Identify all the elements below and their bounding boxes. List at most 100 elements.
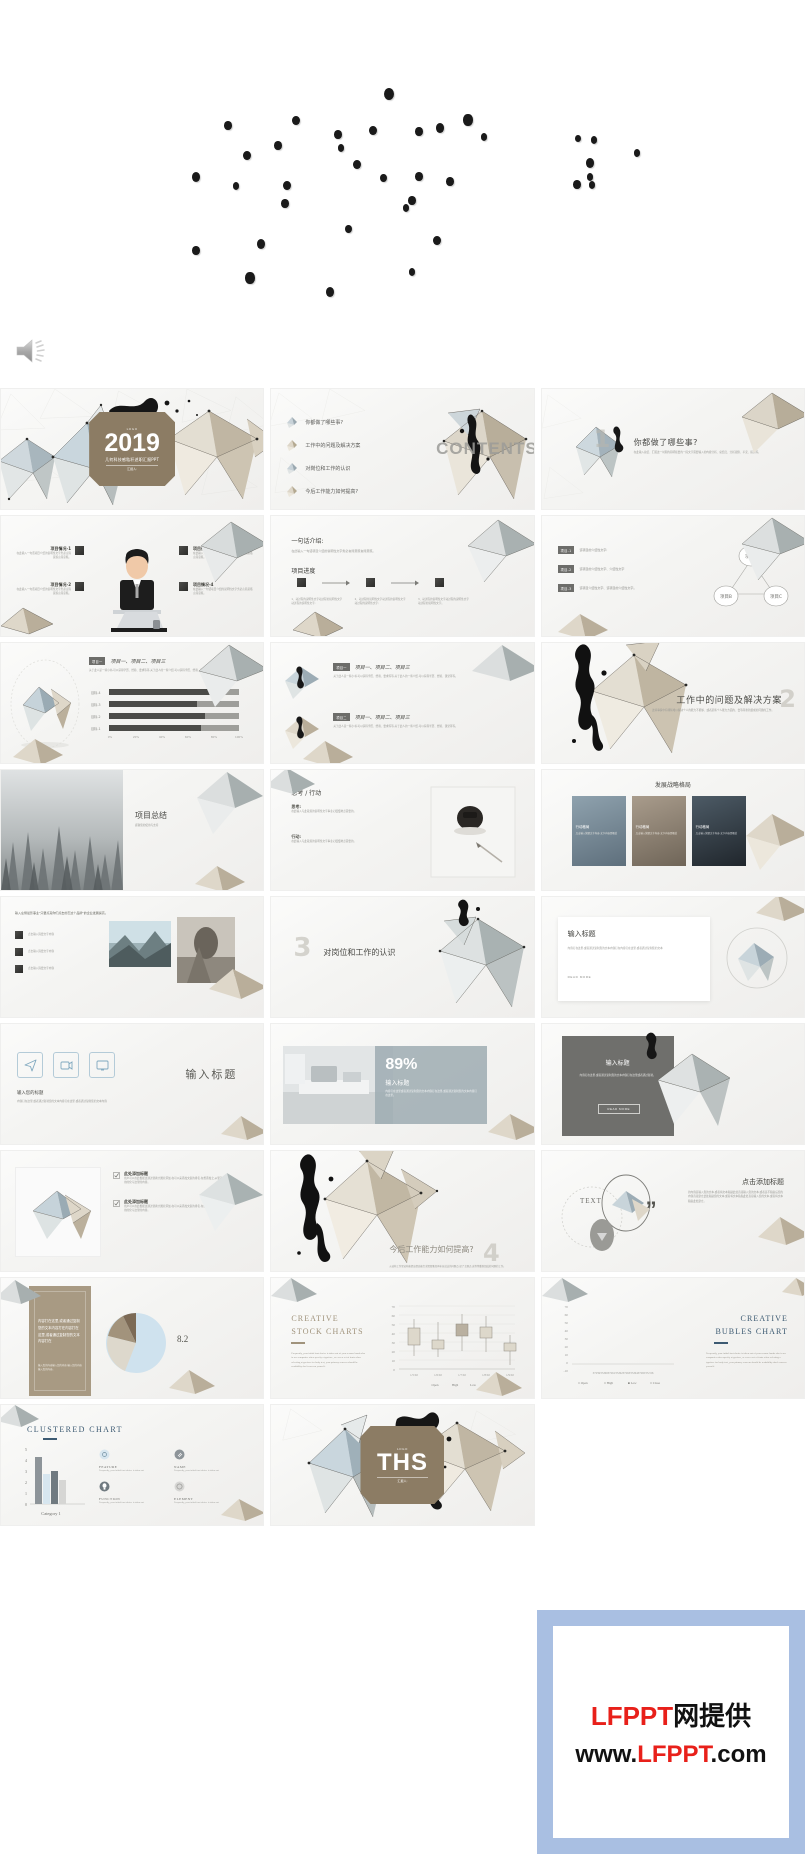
- slide-thumbnail-15[interactable]: 输入标题 内容打在这里,或者通过复制您的文本内容打在内容打在这里,或者通过复制您…: [540, 896, 805, 1018]
- scatter-dot: [245, 272, 255, 284]
- section-title-3: 对岗位和工作的认识: [323, 948, 396, 957]
- pie-chart: [106, 1313, 166, 1373]
- cube-icon: [366, 578, 376, 587]
- strategy-card-2[interactable]: 行动格局 点击输入简要文字内容,文字内容需概括: [631, 796, 686, 866]
- svg-text:100%: 100%: [235, 735, 243, 739]
- businessman-illustration: [111, 549, 167, 632]
- strategy-card-1[interactable]: 行动格局 点击输入简要文字内容,文字内容需概括: [571, 796, 626, 866]
- slide-thumbnail-9[interactable]: 工作中的问题及解决方案 2 这些事情中有哪些难以解决个人的能力不能够、或者某些个…: [540, 642, 805, 764]
- act-body: 在此输入与此段落的说明性文字事业心慢慢地点需要的。: [291, 840, 357, 843]
- clustered-title: CLUSTERED CHART: [27, 1425, 123, 1434]
- scatter-dot: [408, 267, 416, 276]
- svg-text:Open: Open: [432, 1383, 439, 1387]
- strategy-card-3[interactable]: 行动格局 点击输入简要文字内容,文字内容需概括: [691, 796, 746, 866]
- slide-thumbnail-10[interactable]: 项目总结 感谢您的使用与支持: [0, 769, 265, 891]
- tag-1: 项目-1: [557, 546, 575, 554]
- checkbox-icon[interactable]: [113, 1172, 120, 1179]
- intro-heading-1: 一句话介绍:: [291, 538, 324, 545]
- feature-body-1: Frequently, your initial font choice is …: [99, 1469, 144, 1472]
- cover-subtitle: 几何科技感秸秆述职汇报PPT: [105, 457, 160, 462]
- scatter-dot: [283, 181, 291, 191]
- pie-left-body: 内容打在这里,或者通过复制您的文本内容打在内容打在这里,或者通过复制您的文本内容…: [38, 1319, 80, 1344]
- svg-text:10: 10: [392, 1359, 396, 1363]
- slide-thumbnail-25[interactable]: CLUSTERED CHART 5 4 3 2 1 0 Category 1 FEATU…: [0, 1404, 265, 1526]
- slide-thumbnail-23[interactable]: CREATIVE STOCK CHARTS Frequently, your i…: [270, 1277, 535, 1399]
- slide-thumbnail-21[interactable]: TEXT ” 点击添加标题 的内容是输入您的文本,或者将文本粘贴此处直接输入您的…: [540, 1150, 805, 1272]
- contents-item-3[interactable]: 对岗位和工作的认识: [305, 465, 350, 472]
- svg-text:10: 10: [564, 1353, 568, 1357]
- slide-thumbnail-8[interactable]: 项目一 项目一、项目二、项目三 关于此人是一些小书,可以获得学历、经验、要求等等…: [270, 642, 535, 764]
- stock-title-2: STOCK CHARTS: [291, 1327, 364, 1336]
- block-tag-1: 项目一: [333, 663, 350, 671]
- svg-text:50: 50: [564, 1321, 568, 1325]
- block-body-1: 关于此人是一些小书,可以获得学历、经验、要求等等,关于此人的一些介绍,可以获得学…: [333, 675, 458, 678]
- svg-text:50: 50: [392, 1323, 396, 1327]
- svg-text:1: 1: [25, 1491, 27, 1496]
- cube-icon: [75, 582, 84, 591]
- section-title-1: 你都做了哪些事?: [633, 438, 698, 447]
- svg-text:60%: 60%: [185, 735, 192, 739]
- slide-thumbnail-17[interactable]: 89% 输入标题 内容打在这里或者通过复制您的文本内容打在这里,或者通过复制您的…: [270, 1023, 535, 1145]
- slide-thumbnail-26[interactable]: LOGO THS 汇报人:: [270, 1404, 535, 1526]
- slide-thumbnail-12[interactable]: 发展战略格局 行动格局 点击输入简要文字内容,文字内容需概括 行动格局 点击输入…: [540, 769, 805, 891]
- pie-left-panel: 内容打在这里,或者通过复制您的文本内容打在内容打在这里,或者通过复制您的文本内容…: [29, 1286, 91, 1396]
- watermark-line-2: www.LFPPT.com: [575, 1741, 766, 1769]
- bubbles-body: Frequently, your initial font choice is …: [706, 1352, 787, 1369]
- svg-text:40: 40: [392, 1332, 396, 1336]
- paper-plane-icon: [24, 1059, 36, 1071]
- strategy-title: 发展战略格局: [654, 782, 691, 789]
- bubbles-title-2: BUBLES CHART: [715, 1327, 788, 1336]
- slide-thumbnail-5[interactable]: 一句话介绍: 在此输入一句话项目介绍的说明性文字务必言简意赅言简意赅。 项目进度…: [270, 515, 535, 637]
- origami-ellipse-frame: [10, 659, 80, 749]
- scatter-dot: [586, 172, 594, 181]
- icon-tile-monitor[interactable]: [89, 1052, 115, 1078]
- svg-text:30: 30: [392, 1341, 396, 1345]
- slide-thumbnail-19[interactable]: 此处添加标题 用户可以在此根据这通过替换大图片添加,在可以来添加文案的排名,在想…: [0, 1150, 265, 1272]
- project-body-2: 在此输入一句话项目介绍的说明性文字务必言简意赅言简意赅。: [16, 588, 71, 595]
- clustered-bar-chart: 5 4 3 2 1 0 Category 1: [25, 1447, 85, 1516]
- bar-tag: 项目一: [89, 657, 106, 665]
- slide-thumbnail-7[interactable]: 项目一 项目一、项目二、项目三 关于此人是一些小书,可以获得学历、经验、要求等等…: [0, 642, 265, 764]
- input-title-card[interactable]: 输入标题 内容打在这里,或者通过复制您的文本内容打在内容打在这里,或者通过复制您…: [557, 917, 710, 1001]
- section-title-4: 今后工作能力如何提高?: [389, 1245, 474, 1254]
- scatter-dot: [274, 141, 282, 151]
- contents-item-1[interactable]: 你都做了哪些事?: [305, 419, 343, 426]
- section-body-2: 这些事情中有哪些难以解决个人的能力不能够、或者某些个人能力方面的、会等等重新组成…: [652, 709, 774, 712]
- thanks-word: THS: [376, 1449, 428, 1476]
- slide-thumbnail-3[interactable]: 1 你都做了哪些事? 在此输入总结、汇报这一时期的简明扼要的一段文字需要输入的内…: [540, 388, 805, 510]
- contents-item-4[interactable]: 今后工作能力如何提高?: [305, 488, 358, 495]
- icon-tile-send[interactable]: [17, 1052, 43, 1078]
- speaker-icon[interactable]: [14, 336, 54, 366]
- slide-thumbnail-18[interactable]: 输入标题 内容打在这里,或者通过复制您的文本内容打在这里或者通过复制。 READ…: [540, 1023, 805, 1145]
- icon-tile-video[interactable]: [53, 1052, 79, 1078]
- bar-tag-text: 项目一、项目二、项目三: [110, 658, 166, 665]
- slide-thumbnail-6[interactable]: 项目-1 该项目的介绍性文字; 项目-2 该项目的介绍性文字、介绍性文字 项目-…: [540, 515, 805, 637]
- contents-word: CONTENTS: [436, 439, 535, 459]
- watermark-inner: LFPPT网提供 www.LFPPT.com: [553, 1626, 789, 1838]
- card-read-more[interactable]: READ MORE: [568, 975, 592, 979]
- slide-thumbnail-11[interactable]: 思考 / 行动 思考: 在此输入与此段落的说明性文字事业心慢慢地点需要的。 行动…: [270, 769, 535, 891]
- forest-photo: [1, 770, 123, 890]
- scatter-dot: [433, 236, 441, 246]
- contents-item-2[interactable]: 工作中的问题及解决方案: [305, 442, 360, 449]
- dark-panel-button[interactable]: READ MORE: [597, 1104, 640, 1114]
- percent-body: 内容打在这里或者通过复制您的文本内容打在这里,或者通过复制您的文本内容打在这里。: [385, 1090, 477, 1098]
- slide-thumbnail-24[interactable]: 70 60 50 40 30 20 10 0 -10 37259372603726137262…: [540, 1277, 805, 1399]
- slide-thumbnail-13[interactable]: 输入左侧最影事业"只要点亮你们点击的忘这个品牌"的企业发展提高。 点击输入简要文…: [0, 896, 265, 1018]
- slide-thumbnail-16[interactable]: 输入您的标题 内容打在这里,或者通过复制您的文本内容打在这里,或者通过复制您的文…: [0, 1023, 265, 1145]
- slide-thumbnail-2[interactable]: 你都做了哪些事? 工作中的问题及解决方案 对岗位和工作的认识 今后工作能力如何提…: [270, 388, 535, 510]
- svg-text:1/7/02: 1/7/02: [458, 1373, 466, 1377]
- checkbox-icon[interactable]: [113, 1199, 120, 1207]
- cube-icon: [435, 578, 445, 587]
- svg-text:2: 2: [25, 1480, 27, 1485]
- scatter-dot: [586, 158, 594, 168]
- slide-thumbnail-4[interactable]: 项目情况-1 在此输入一句话项目介绍的说明性文字务必言简意赅言简意赅。 项目情况…: [0, 515, 265, 637]
- slide-thumbnail-1[interactable]: LOGO 2019 几何科技感秸秆述职汇报PPT 汇报人:: [0, 388, 265, 510]
- slide-thumbnail-14[interactable]: 3 对岗位和工作的认识: [270, 896, 535, 1018]
- scatter-dot: [575, 135, 581, 143]
- svg-text:20: 20: [564, 1345, 568, 1349]
- slide-thumbnail-22[interactable]: 内容打在这里,或者通过复制您的文本内容打在内容打在这里,或者通过复制您的文本内容…: [0, 1277, 265, 1399]
- quote-mark: ”: [645, 1197, 657, 1222]
- slide-thumbnail-20[interactable]: 今后工作能力如何提高? 4 从这些工作里这些能提高提高能力或需要教育再补充说法的…: [270, 1150, 535, 1272]
- scatter-dot: [334, 130, 342, 140]
